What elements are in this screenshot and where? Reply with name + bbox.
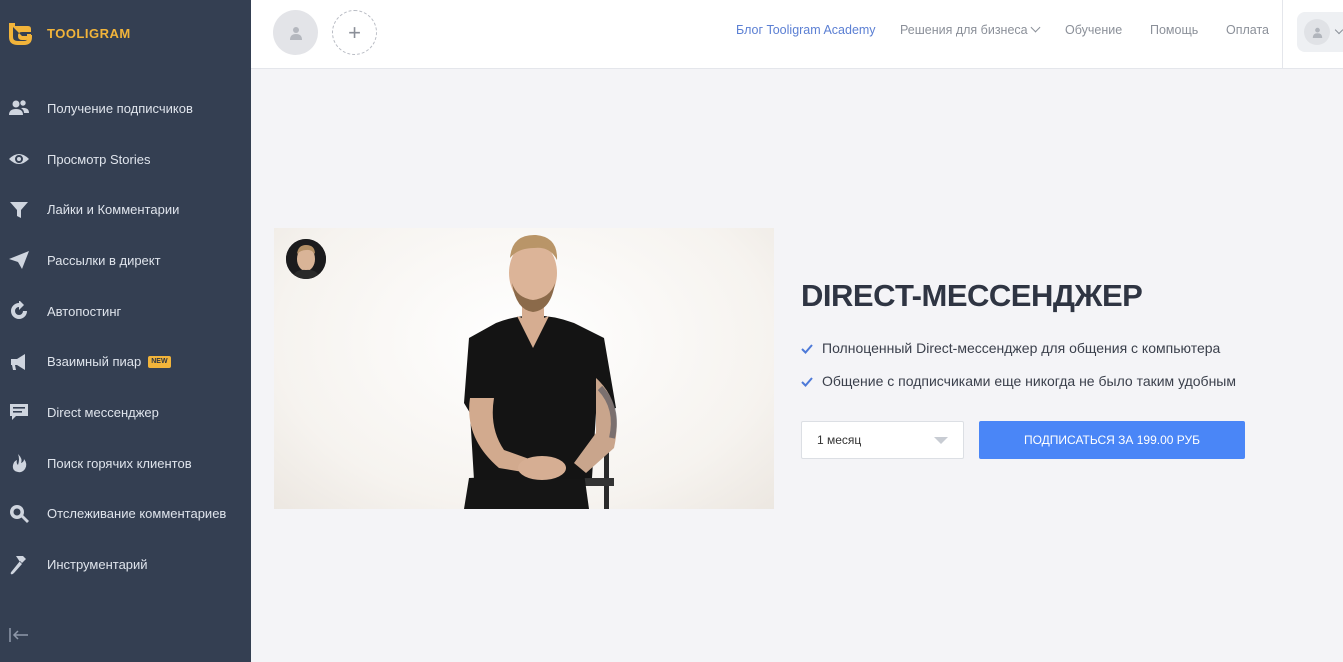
search-icon bbox=[8, 503, 30, 525]
sidebar-item-label: Отслеживание комментариев bbox=[47, 506, 227, 522]
brand-name: TOOLIGRAM bbox=[47, 25, 131, 41]
megaphone-icon bbox=[8, 351, 30, 373]
subscribe-button[interactable]: ПОДПИСАТЬСЯ ЗА 199.00 РУБ bbox=[979, 421, 1245, 459]
eye-icon bbox=[8, 148, 30, 170]
presenter-image bbox=[464, 234, 617, 509]
new-badge: NEW bbox=[148, 355, 171, 368]
sidebar-item-label: Взаимный пиар bbox=[47, 354, 142, 370]
sidebar-item-direct-mailing[interactable]: Рассылки в директ bbox=[0, 235, 251, 286]
channel-avatar[interactable] bbox=[286, 239, 326, 279]
collapse-sidebar-button[interactable] bbox=[8, 624, 30, 646]
nav-learning-link[interactable]: Обучение bbox=[1065, 23, 1122, 41]
users-icon bbox=[8, 97, 30, 119]
user-menu-button[interactable] bbox=[1297, 12, 1343, 52]
sidebar-item-autoposting[interactable]: Автопостинг bbox=[0, 286, 251, 337]
sidebar-item-mutual-pr[interactable]: Взаимный пиар NEW bbox=[0, 336, 251, 387]
sidebar-item-label: Просмотр Stories bbox=[47, 151, 151, 167]
sidebar-item-stories[interactable]: Просмотр Stories bbox=[0, 134, 251, 185]
account-avatar[interactable] bbox=[273, 10, 318, 55]
user-icon bbox=[289, 26, 302, 40]
period-select[interactable]: 1 месяц bbox=[801, 421, 964, 459]
funnel-icon bbox=[8, 199, 30, 221]
avatar bbox=[1304, 19, 1330, 45]
sidebar-item-label: Рассылки в директ bbox=[47, 252, 161, 268]
feature-text: Общение с подписчиками еще никогда не бы… bbox=[822, 373, 1236, 389]
sidebar-item-label: Инструментарий bbox=[47, 557, 148, 573]
list-item: Общение с подписчиками еще никогда не бы… bbox=[801, 372, 1236, 390]
sidebar-item-tools[interactable]: Инструментарий bbox=[0, 539, 251, 590]
sidebar-item-hot-clients[interactable]: Поиск горячих клиентов bbox=[0, 438, 251, 489]
divider bbox=[1282, 0, 1283, 69]
chevron-down-icon bbox=[1030, 22, 1041, 33]
sidebar-item-direct-messenger[interactable]: Direct мессенджер bbox=[0, 387, 251, 438]
channel-avatar-image bbox=[286, 239, 326, 279]
add-account-button[interactable]: + bbox=[332, 10, 377, 55]
page-title: DIRECT-МЕССЕНДЖЕР bbox=[801, 278, 1143, 313]
top-bar: + Блог Tooligram Academy Решения для биз… bbox=[251, 0, 1343, 69]
nav-payment-link[interactable]: Оплата bbox=[1226, 23, 1269, 41]
period-value: 1 месяц bbox=[817, 433, 862, 447]
nav-business-dropdown[interactable]: Решения для бизнеса bbox=[900, 22, 1041, 41]
sidebar-item-label: Direct мессенджер bbox=[47, 404, 159, 420]
feature-text: Полноценный Direct-мессенджер для общени… bbox=[822, 340, 1221, 356]
hammer-icon bbox=[8, 554, 30, 576]
sidebar-item-comment-tracking[interactable]: Отслеживание комментариев bbox=[0, 489, 251, 540]
tooligram-logo-icon bbox=[9, 23, 32, 45]
sidebar-item-followers[interactable]: Получение подписчиков bbox=[0, 83, 251, 134]
fire-icon bbox=[8, 452, 30, 474]
sidebar-nav: Получение подписчиков Просмотр Stories Л… bbox=[0, 83, 251, 590]
sidebar-item-label: Получение подписчиков bbox=[47, 100, 193, 116]
nav-business-label: Решения для бизнеса bbox=[900, 23, 1028, 37]
logo[interactable]: TOOLIGRAM bbox=[6, 17, 131, 49]
sidebar-item-label: Автопостинг bbox=[47, 303, 122, 319]
list-item: Полноценный Direct-мессенджер для общени… bbox=[801, 339, 1236, 357]
message-icon bbox=[8, 401, 30, 423]
sidebar: TOOLIGRAM Получение подписчиков Просмотр… bbox=[0, 0, 251, 662]
paper-plane-icon bbox=[8, 249, 30, 271]
check-icon bbox=[801, 342, 813, 354]
check-icon bbox=[801, 375, 813, 387]
chevron-down-icon bbox=[1334, 25, 1343, 35]
user-icon bbox=[1312, 27, 1322, 38]
dropdown-arrow-icon bbox=[934, 437, 948, 444]
sidebar-item-likes[interactable]: Лайки и Комментарии bbox=[0, 184, 251, 235]
nav-help-link[interactable]: Помощь bbox=[1150, 23, 1198, 41]
video-player[interactable] bbox=[274, 228, 774, 509]
sidebar-item-label: Поиск горячих клиентов bbox=[47, 455, 192, 471]
refresh-icon bbox=[8, 300, 30, 322]
nav-blog-link[interactable]: Блог Tooligram Academy bbox=[736, 23, 876, 41]
collapse-left-icon bbox=[9, 628, 28, 642]
feature-list: Полноценный Direct-мессенджер для общени… bbox=[801, 339, 1236, 405]
sidebar-item-label: Лайки и Комментарии bbox=[47, 202, 180, 218]
